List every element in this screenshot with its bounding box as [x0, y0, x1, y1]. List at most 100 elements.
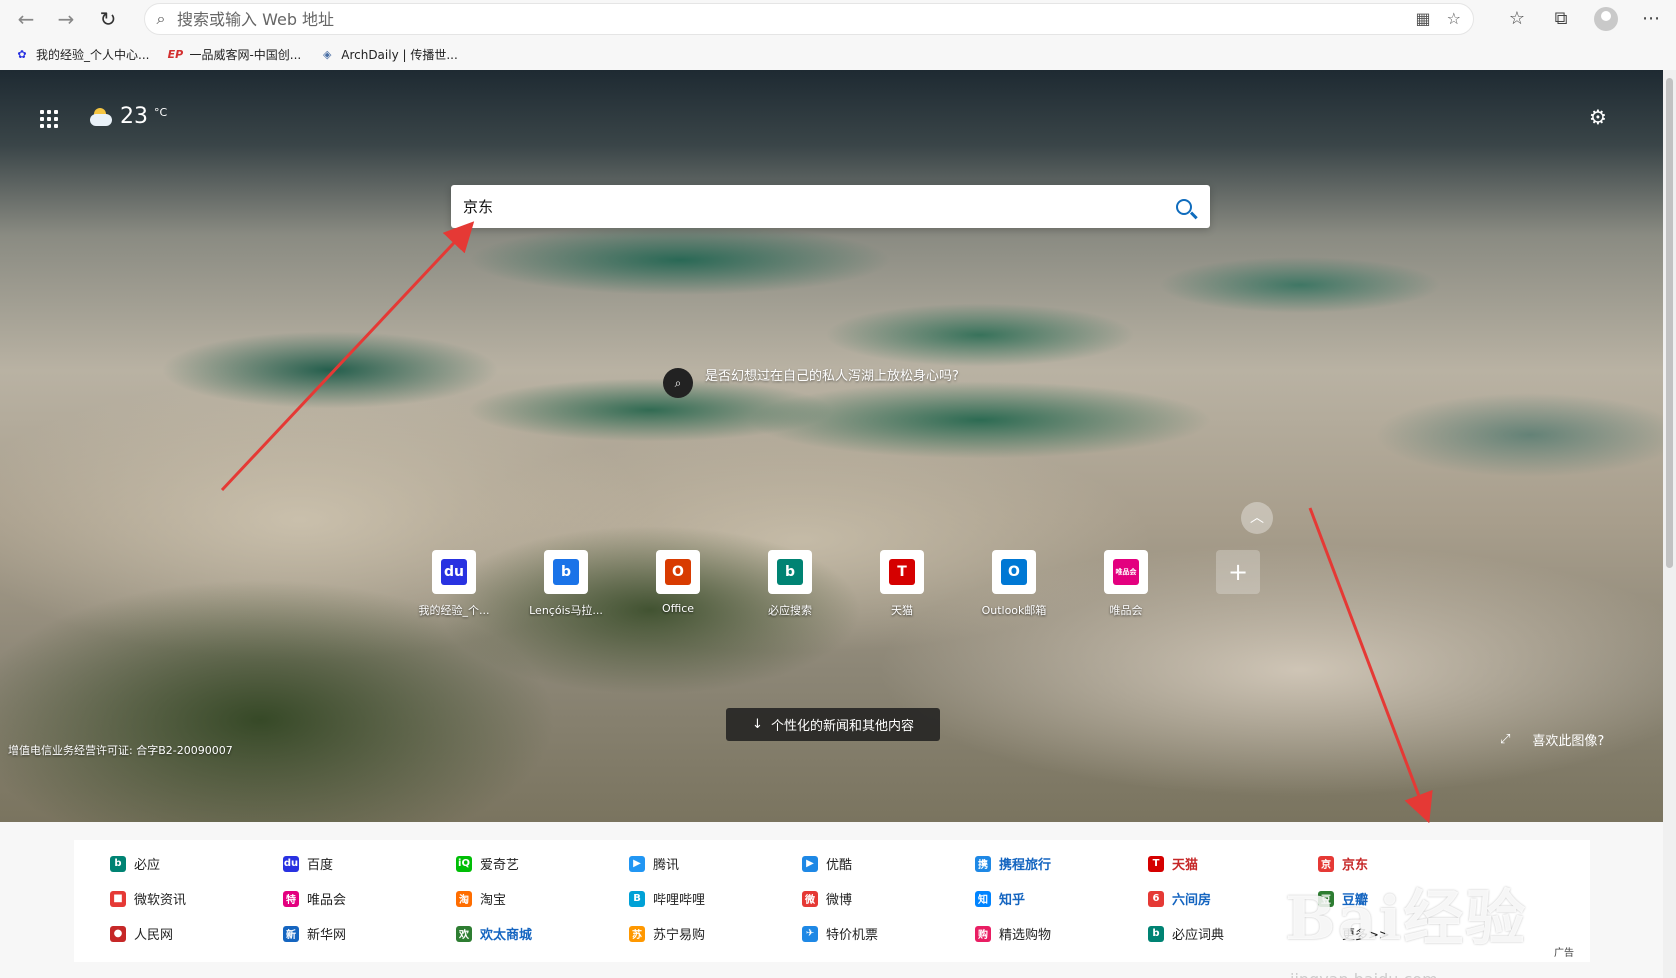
- site-link-label: 优酷: [826, 858, 853, 873]
- quick-link-tile[interactable]: b 必应搜索: [734, 550, 846, 618]
- quick-link-tile[interactable]: 唯品会 唯品会: [1070, 550, 1182, 618]
- site-link-icon: ▶: [629, 855, 645, 872]
- site-link[interactable]: b 必应词典: [1148, 924, 1224, 943]
- site-link-icon: du: [283, 855, 299, 872]
- tile-label: Office: [661, 602, 695, 615]
- archdaily-icon: ◈: [323, 47, 332, 61]
- quick-links: du 我的经验_个... b Lençóis马拉... O Office b 必应搜索 T 天猫 O…: [398, 550, 1294, 618]
- site-link-label: 携程旅行: [999, 858, 1052, 873]
- site-link[interactable]: 携携程旅行: [975, 854, 1051, 873]
- like-image-label: 喜欢此图像?: [1532, 734, 1605, 749]
- site-link-label: 微软资讯: [134, 893, 187, 908]
- search-input[interactable]: [451, 185, 1158, 228]
- vipshop-icon: 唯品会: [1104, 550, 1148, 594]
- bing-icon: b: [544, 550, 588, 594]
- site-link[interactable]: 6 六间房: [1148, 889, 1211, 908]
- site-link[interactable]: ■ 微软资讯: [110, 889, 186, 908]
- add-favorite-icon[interactable]: ☆: [1447, 9, 1461, 28]
- tile-label: Outlook邮箱: [981, 604, 1047, 617]
- search-icon: ⌕: [156, 9, 166, 28]
- expand-icon[interactable]: ⤢: [1500, 732, 1510, 747]
- site-link[interactable]: 特唯品会: [283, 889, 346, 908]
- bing-search-icon: b: [768, 550, 812, 594]
- site-link[interactable]: ✈ 特价机票: [802, 924, 878, 943]
- site-link[interactable]: 购精选购物: [975, 924, 1051, 943]
- tile-label: 我的经验_个...: [418, 604, 490, 617]
- address-input[interactable]: [177, 5, 1473, 33]
- site-link-icon: 特: [283, 890, 299, 907]
- more-menu-icon[interactable]: ⋯: [1638, 6, 1664, 32]
- search-icon: [1176, 198, 1192, 215]
- quick-link-tile[interactable]: T 天猫: [846, 550, 958, 618]
- browser-toolbar: ← → ↻ ⌕ ▦ ☆ ☆ ⧉ ⋯: [0, 0, 1676, 38]
- site-link-label: 唯品会: [307, 893, 347, 908]
- refresh-icon[interactable]: ↻: [90, 3, 126, 35]
- tmall-icon: T: [880, 550, 924, 594]
- temperature: 23: [120, 104, 148, 129]
- tile-label: 唯品会: [1109, 604, 1143, 617]
- weather-widget[interactable]: 23 °C: [88, 104, 167, 129]
- add-shortcut-button[interactable]: +: [1182, 550, 1294, 618]
- site-link-icon: ▶: [802, 855, 818, 872]
- news-button-label: 个性化的新闻和其他内容: [770, 719, 914, 734]
- collections-icon[interactable]: ⧉: [1548, 6, 1574, 32]
- site-link[interactable]: du 百度: [283, 854, 333, 873]
- site-link-icon: 购: [975, 925, 991, 942]
- search-box[interactable]: [451, 185, 1210, 228]
- site-link-icon: b: [1148, 925, 1164, 942]
- site-link-label: 精选购物: [999, 928, 1052, 943]
- address-bar[interactable]: ⌕ ▦ ☆: [144, 3, 1474, 35]
- site-link[interactable]: ▶ 优酷: [802, 854, 852, 873]
- quick-link-tile[interactable]: b Lençóis马拉...: [510, 550, 622, 618]
- site-link[interactable]: 知知乎: [975, 889, 1025, 908]
- site-link[interactable]: 微微博: [802, 889, 852, 908]
- forward-icon[interactable]: →: [48, 3, 84, 35]
- bookmark-item[interactable]: ◈ ArchDaily | 传播世...: [319, 46, 458, 63]
- site-link-label: 淘宝: [480, 893, 507, 908]
- temperature-unit: °C: [154, 106, 168, 119]
- site-link-icon: ■: [110, 890, 126, 907]
- site-link[interactable]: ● 人民网: [110, 924, 173, 943]
- site-link[interactable]: B 哔哩哔哩: [629, 889, 705, 908]
- search-button[interactable]: [1158, 185, 1210, 228]
- quick-link-tile[interactable]: O Office: [622, 550, 734, 618]
- site-link-label: 特价机票: [826, 928, 879, 943]
- site-link-label: 哔哩哔哩: [653, 893, 706, 908]
- office-icon: O: [656, 550, 700, 594]
- image-info[interactable]: ⌕ 是否幻想过在自己的私人泻湖上放松身心吗?: [663, 368, 965, 398]
- bookmark-item[interactable]: ✿ 我的经验_个人中心...: [14, 46, 149, 63]
- site-link[interactable]: 淘淘宝: [456, 889, 506, 908]
- site-link[interactable]: T 天猫: [1148, 854, 1198, 873]
- scrollbar-thumb[interactable]: [1666, 78, 1673, 568]
- quick-link-tile[interactable]: O Outlook邮箱: [958, 550, 1070, 618]
- image-caption: 是否幻想过在自己的私人泻湖上放松身心吗?: [705, 369, 959, 384]
- tile-label: 天猫: [891, 604, 913, 617]
- back-icon[interactable]: ←: [8, 3, 44, 35]
- favorites-icon[interactable]: ☆: [1504, 6, 1530, 32]
- quick-link-tile[interactable]: du 我的经验_个...: [398, 550, 510, 618]
- site-link-label: 必应: [134, 858, 161, 873]
- profile-avatar[interactable]: [1594, 7, 1618, 31]
- site-link[interactable]: ▶ 腾讯: [629, 854, 679, 873]
- site-link[interactable]: 欢欢太商城: [456, 924, 532, 943]
- site-link-label: 新华网: [307, 928, 347, 943]
- settings-gear-icon[interactable]: ⚙: [1587, 106, 1609, 128]
- site-link[interactable]: iQ 爱奇艺: [456, 854, 519, 873]
- qr-code-icon[interactable]: ▦: [1416, 9, 1431, 28]
- bookmark-label: 一品威客网-中国创...: [189, 47, 302, 62]
- site-link[interactable]: b 必应: [110, 854, 160, 873]
- bookmark-item[interactable]: EP 一品威客网-中国创...: [167, 46, 302, 63]
- site-link[interactable]: 苏苏宁易购: [629, 924, 705, 943]
- bookmark-label: ArchDaily | 传播世...: [341, 47, 458, 62]
- app-launcher-icon[interactable]: [40, 110, 58, 128]
- site-link-label: 六间房: [1172, 893, 1212, 908]
- site-link-icon: 微: [802, 890, 818, 907]
- collapse-tiles-button[interactable]: ︿: [1241, 502, 1273, 534]
- site-link-label: 腾讯: [653, 858, 680, 873]
- scrollbar[interactable]: [1663, 70, 1676, 978]
- arrow-down-icon: ↓: [752, 717, 763, 732]
- personalized-news-button[interactable]: ↓ 个性化的新闻和其他内容: [726, 708, 940, 741]
- site-link[interactable]: 新新华网: [283, 924, 346, 943]
- baidu-icon: du: [432, 550, 476, 594]
- like-image[interactable]: ⤢ 喜欢此图像?: [1500, 730, 1604, 749]
